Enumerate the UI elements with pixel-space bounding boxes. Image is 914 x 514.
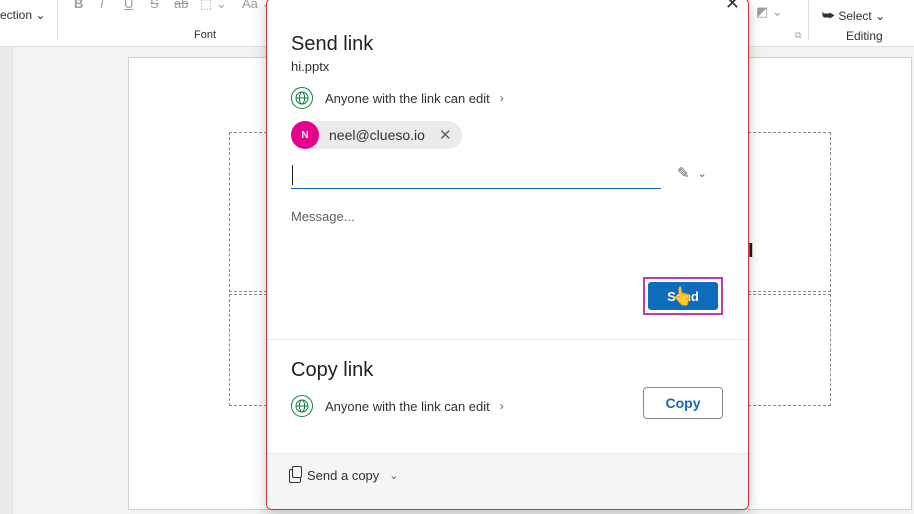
abc-strikethrough-icon[interactable]: ab	[174, 0, 188, 11]
recipient-email: neel@clueso.io	[329, 127, 425, 143]
section-dropdown[interactable]: ection ⌄	[0, 8, 45, 22]
close-icon[interactable]: ✕	[725, 0, 740, 14]
text-caret	[292, 165, 293, 185]
copy-link-title: Copy link	[291, 359, 374, 381]
pointer-icon: ⮩	[822, 7, 836, 23]
message-field[interactable]	[291, 209, 721, 269]
chevron-down-icon: ⌄	[697, 167, 707, 180]
underline-icon[interactable]: U	[124, 0, 133, 11]
chevron-right-icon: ›	[499, 91, 504, 105]
chevron-down-icon: ⌄	[389, 470, 399, 482]
recipient-input[interactable]	[291, 161, 661, 189]
ribbon-separator	[57, 0, 58, 40]
link-permission-row[interactable]: Anyone with the link can edit ›	[291, 85, 504, 111]
section-divider	[267, 339, 748, 340]
copy-permission-text: Anyone with the link can edit	[325, 398, 490, 414]
recipient-chip[interactable]: N neel@clueso.io ✕	[291, 121, 462, 149]
chevron-down-icon: ⌄	[875, 9, 886, 23]
globe-icon	[291, 395, 313, 417]
send-a-copy-button[interactable]: Send a copy ⌄	[289, 465, 399, 483]
dialog-footer: Send a copy ⌄	[267, 453, 748, 509]
thumbnail-pane-edge	[0, 47, 13, 514]
copy-link-permission-row[interactable]: Anyone with the link can edit ›	[291, 393, 504, 419]
section-label: ection	[0, 8, 33, 22]
font-group-label: Font	[194, 29, 217, 41]
ribbon-separator	[808, 0, 809, 40]
permission-text: Anyone with the link can edit	[325, 90, 490, 106]
italic-icon[interactable]: I	[100, 0, 104, 11]
bold-icon[interactable]: B	[74, 0, 83, 11]
chevron-right-icon: ›	[499, 399, 504, 413]
character-spacing-icon[interactable]: ⬚ ⌄	[200, 0, 227, 12]
edit-permission-picker[interactable]: ✎ ⌄	[677, 161, 717, 185]
remove-recipient-icon[interactable]: ✕	[439, 126, 452, 144]
file-name: hi.pptx	[291, 59, 330, 74]
editing-group-label: Editing	[846, 29, 883, 43]
copy-document-icon	[289, 465, 302, 483]
send-a-copy-label: Send a copy	[307, 468, 380, 483]
chevron-down-icon: ⌄	[35, 8, 46, 22]
send-link-title: Send link	[291, 33, 374, 55]
copy-button[interactable]: Copy	[643, 387, 723, 419]
dialog-launcher-icon[interactable]: ⧉	[795, 30, 801, 41]
avatar: N	[291, 121, 319, 149]
globe-icon	[291, 87, 313, 109]
eraser-icon[interactable]: ◩ ⌄	[756, 4, 783, 20]
strikethrough-icon[interactable]: S	[150, 0, 159, 11]
pencil-icon: ✎	[677, 165, 690, 182]
hand-pointer-icon: 👆	[671, 286, 694, 306]
share-dialog: ✕ Send link hi.pptx Anyone with the link…	[266, 0, 749, 510]
select-label: Select	[838, 9, 872, 23]
select-dropdown[interactable]: ⮩ Select ⌄	[822, 7, 885, 24]
